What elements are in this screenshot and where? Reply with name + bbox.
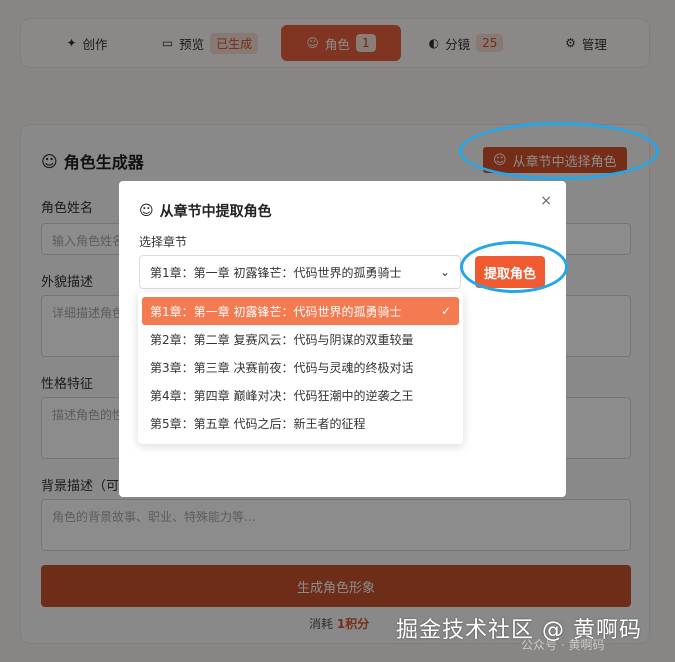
user-icon: ☺ [139,203,154,219]
chapter-select[interactable]: 第1章：第一章 初露锋芒：代码世界的孤勇骑士 ⌄ [139,255,461,289]
watermark: 掘金技术社区 @ 黄啊码 [396,618,642,643]
highlight-oval [460,241,568,293]
chapter-label: 选择章节 [139,235,188,249]
check-icon: ✓ [440,304,451,318]
chevron-down-icon: ⌄ [439,265,450,279]
option-label: 第1章：第一章 初露锋芒：代码世界的孤勇骑士 [150,304,402,319]
close-icon[interactable]: × [540,193,552,209]
chapter-option[interactable]: 第3章：第三章 决赛前夜：代码与灵魂的终极对话 [142,353,459,381]
option-label: 第5章：第五章 代码之后：新王者的征程 [150,416,366,431]
chapter-option[interactable]: 第1章：第一章 初露锋芒：代码世界的孤勇骑士 ✓ [142,297,459,325]
chapter-option[interactable]: 第5章：第五章 代码之后：新王者的征程 [142,409,459,437]
selected-chapter: 第1章：第一章 初露锋芒：代码世界的孤勇骑士 [150,265,402,280]
chapter-option[interactable]: 第4章：第四章 巅峰对决：代码狂潮中的逆袭之王 [142,381,459,409]
option-label: 第3章：第三章 决赛前夜：代码与灵魂的终极对话 [150,360,414,375]
highlight-oval [459,122,659,180]
option-label: 第2章：第二章 复赛风云：代码与阴谋的双重较量 [150,332,414,347]
option-label: 第4章：第四章 巅峰对决：代码狂潮中的逆袭之王 [150,388,414,403]
modal-title-text: 从章节中提取角色 [159,204,272,220]
chapter-option[interactable]: 第2章：第二章 复赛风云：代码与阴谋的双重较量 [142,325,459,353]
modal-title: ☺ 从章节中提取角色 [139,201,272,221]
chapter-dropdown: 第1章：第一章 初露锋芒：代码世界的孤勇骑士 ✓ 第2章：第二章 复赛风云：代码… [138,292,463,444]
